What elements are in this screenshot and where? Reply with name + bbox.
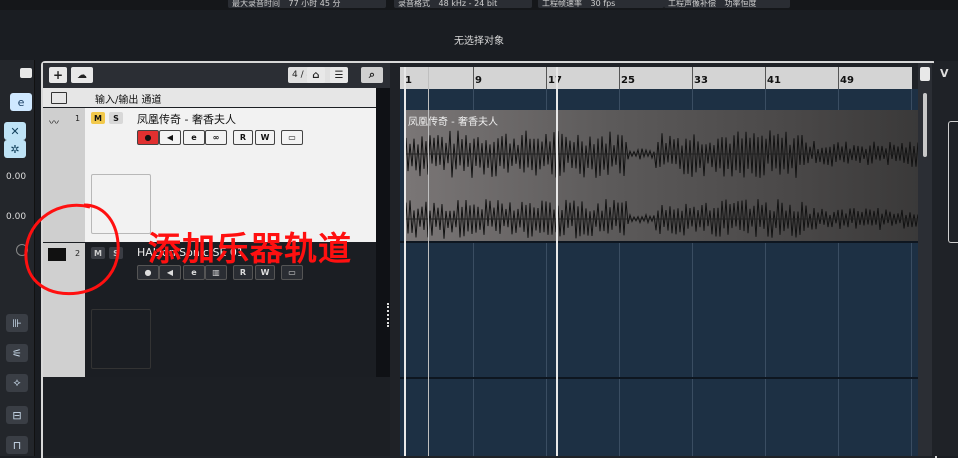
track-name[interactable]: 凤凰传奇 - 奢香夫人 — [137, 111, 236, 127]
edit-instrument-icon[interactable]: e — [10, 93, 32, 111]
right-zone-panel — [948, 121, 958, 243]
write-automation-button[interactable]: W — [255, 130, 275, 145]
io-channel-label: 输入/输出 通道 — [95, 95, 162, 106]
read-automation-button[interactable]: R — [233, 130, 253, 145]
annotation-text: 添加乐器轨道 — [148, 229, 352, 268]
ruler-bar-label: 9 — [475, 75, 482, 86]
timeline-ruler[interactable]: 1 9 17 25 33 41 49 — [400, 67, 912, 89]
info-line: 无选择对象 — [0, 22, 958, 56]
solo-button[interactable]: S — [109, 112, 123, 124]
status-max-record-time[interactable]: 最大录音时间 77 小时 45 分 — [228, 0, 386, 8]
bypass-icon[interactable]: ✕ — [4, 122, 26, 140]
no-selection-text: 无选择对象 — [454, 36, 504, 47]
scrollbar-thumb[interactable] — [923, 93, 927, 157]
ruler-bar-label: 33 — [694, 75, 708, 86]
splitter-handle[interactable] — [387, 303, 392, 327]
insert-icon[interactable]: ⊪ — [6, 314, 28, 332]
zoom-menu-icon[interactable] — [920, 67, 930, 81]
status-record-format[interactable]: 录音格式 48 kHz - 24 bit — [394, 0, 532, 8]
status-frame-rate[interactable]: 工程帧速率 30 fps — [538, 0, 664, 8]
right-zone: V — [934, 61, 958, 456]
waveform-track-icon: 〰 — [49, 118, 59, 129]
quick-controls-icon[interactable]: ⊓ — [6, 436, 28, 454]
ruler-bar-label: 25 — [621, 75, 635, 86]
track-list-toolbar: + ☁ 4 / 4 ⌂ ☰ ⌕ — [43, 63, 390, 88]
record-enable-button[interactable]: ● — [137, 130, 159, 145]
right-zone-tab-icon[interactable]: V — [940, 67, 949, 80]
ruler-bar-label: 17 — [548, 75, 562, 86]
vertical-scrollbar[interactable] — [918, 63, 932, 456]
waveform — [406, 130, 918, 239]
event-title: 凤凰传奇 - 奢香夫人 — [408, 117, 498, 128]
routing-icon[interactable]: ✲ — [4, 140, 26, 158]
ruler-bar-label: 41 — [767, 75, 781, 86]
right-locator-line[interactable] — [556, 67, 558, 456]
annotation-circle — [24, 203, 120, 296]
edit-channel-button[interactable]: e — [183, 130, 205, 145]
track-picture-slot[interactable] — [91, 309, 151, 369]
track-list-splitter[interactable] — [376, 88, 390, 377]
track-list-menu-icon[interactable]: ☰ — [330, 67, 348, 83]
inspector-volume-value[interactable]: 0.00 — [6, 172, 26, 182]
add-track-button[interactable]: + — [49, 67, 67, 83]
mute-button[interactable]: M — [91, 112, 105, 124]
audio-event[interactable]: 凤凰传奇 - 奢香夫人 — [406, 110, 918, 241]
inspector-close-button[interactable] — [20, 68, 32, 78]
folder-icon — [51, 92, 67, 104]
left-locator-line[interactable] — [404, 67, 406, 456]
track-number: 1 — [75, 114, 81, 123]
status-bar: 最大录音时间 77 小时 45 分 录音格式 48 kHz - 24 bit 工… — [0, 0, 958, 10]
channel-strip-icon[interactable]: ⊟ — [6, 406, 28, 424]
zoom-search-icon[interactable]: ⌕ — [361, 67, 383, 83]
link-icon[interactable]: ∞ — [205, 130, 227, 145]
eq-icon[interactable]: ⚟ — [6, 344, 28, 362]
track-visibility-icon[interactable]: ⌂ — [307, 67, 325, 83]
io-channel-row[interactable]: 输入/输出 通道 — [43, 88, 390, 107]
sends-icon[interactable]: ⟡ — [6, 374, 28, 392]
status-pan-law[interactable]: 工程声像补偿 功率恒度 — [664, 0, 790, 8]
project-cursor[interactable] — [428, 67, 429, 456]
add-track-preset-icon[interactable]: ☁ — [71, 67, 93, 83]
monitor-button[interactable]: ◀ — [159, 130, 181, 145]
lanes-icon[interactable]: ▭ — [281, 130, 303, 145]
ruler-bar-label: 49 — [840, 75, 854, 86]
ruler-bar-label: 1 — [405, 75, 412, 86]
